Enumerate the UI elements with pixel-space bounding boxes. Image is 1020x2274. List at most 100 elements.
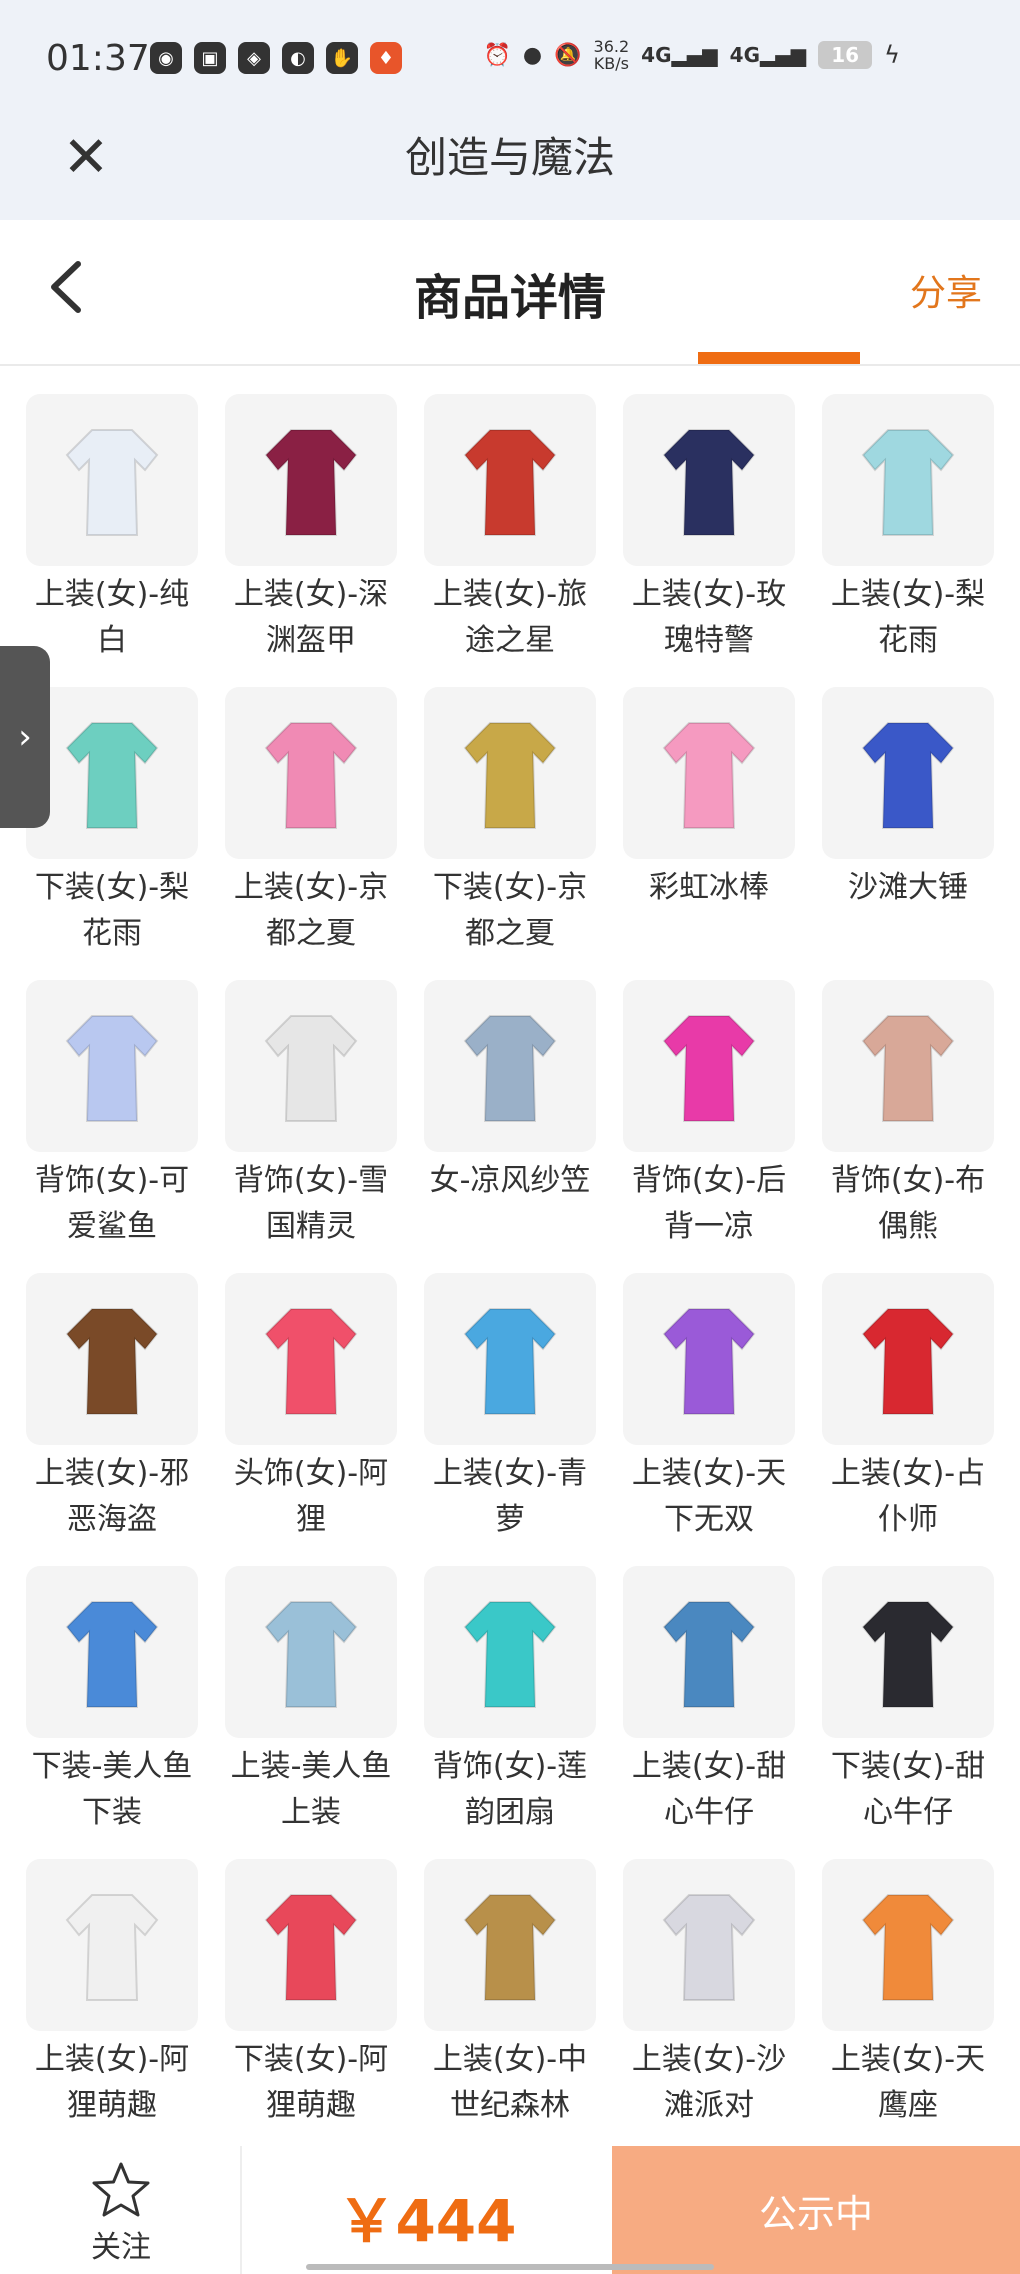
item-card[interactable]: 上装(女)-深渊盔甲: [225, 394, 397, 687]
item-label: 下装(女)-京都之夏: [432, 870, 588, 951]
item-thumbnail: [822, 394, 994, 566]
item-thumbnail: [225, 394, 397, 566]
item-label: 背饰(女)-莲韵团扇: [432, 1749, 588, 1830]
alipay-icon: ◈: [238, 42, 270, 74]
beach-hammer-icon: [861, 722, 955, 829]
item-card[interactable]: 上装(女)-占仆师: [822, 1273, 994, 1566]
shark-icon: [65, 1015, 159, 1122]
beach-top-icon: [662, 1894, 756, 2001]
item-thumbnail: [822, 1273, 994, 1445]
signal-2: 4G▂▄▆: [729, 43, 807, 67]
item-card[interactable]: 下装(女)-阿狸萌趣: [225, 1859, 397, 2152]
side-drawer-handle[interactable]: ›: [0, 646, 50, 828]
white-wings-icon: [264, 1015, 358, 1122]
home-indicator[interactable]: [306, 2264, 714, 2270]
pirate-vest-icon: [65, 1308, 159, 1415]
item-card[interactable]: 背饰(女)-雪国精灵: [225, 980, 397, 1273]
item-card[interactable]: 女-凉风纱笠: [424, 980, 596, 1273]
white-dress-icon: [65, 429, 159, 536]
item-card[interactable]: 下装(女)-甜心牛仔: [822, 1566, 994, 1859]
item-thumbnail: [623, 687, 795, 859]
item-card[interactable]: 上装(女)-沙滩派对: [623, 1859, 795, 2152]
item-label: 头饰(女)-阿狸: [233, 1456, 389, 1537]
item-card[interactable]: 背饰(女)-布偶熊: [822, 980, 994, 1273]
item-thumbnail: [822, 1859, 994, 2031]
item-thumbnail: [26, 980, 198, 1152]
item-thumbnail: [623, 1273, 795, 1445]
shop-icon: ♦: [370, 42, 402, 74]
item-card[interactable]: 上装(女)-纯白: [26, 394, 198, 687]
battery-indicator: 16: [818, 41, 873, 69]
item-card[interactable]: 头饰(女)-阿狸: [225, 1273, 397, 1566]
item-card[interactable]: 上装(女)-天下无双: [623, 1273, 795, 1566]
item-label: 上装(女)-天下无双: [631, 1456, 787, 1537]
item-card[interactable]: 上装(女)-京都之夏: [225, 687, 397, 980]
item-thumbnail: [26, 687, 198, 859]
item-card[interactable]: 上装(女)-阿狸萌趣: [26, 1859, 198, 2152]
item-card[interactable]: 上装(女)-邪恶海盗: [26, 1273, 198, 1566]
item-card[interactable]: 上装(女)-天鹰座: [822, 1859, 994, 2152]
item-card[interactable]: 彩虹冰棒: [623, 687, 795, 980]
item-card[interactable]: 上装(女)-梨花雨: [822, 394, 994, 687]
item-label: 上装-美人鱼上装: [230, 1749, 392, 1830]
orange-jacket-icon: [861, 1894, 955, 2001]
page-title: 商品详情: [413, 270, 606, 326]
item-label: 上装(女)-中世纪森林: [432, 2042, 588, 2123]
item-label: 下装(女)-甜心牛仔: [830, 1749, 986, 1830]
item-card[interactable]: 沙滩大锤: [822, 687, 994, 980]
follow-button[interactable]: 关注: [0, 2146, 242, 2274]
item-card[interactable]: 上装(女)-旅途之星: [424, 394, 596, 687]
app-bar: ✕ 创造与魔法: [0, 120, 1020, 220]
item-thumbnail: [424, 1859, 596, 2031]
item-thumbnail: [424, 394, 596, 566]
item-label: 上装(女)-阿狸萌趣: [34, 2042, 190, 2123]
item-label: 背饰(女)-布偶熊: [830, 1163, 986, 1244]
red-gown-icon: [861, 1308, 955, 1415]
item-label: 上装(女)-占仆师: [830, 1456, 986, 1537]
charging-icon: ϟ: [884, 41, 900, 69]
item-grid: 上装(女)-纯白 上装(女)-深渊盔甲 上装(女)-旅途之星 上装(女)-玫瑰特警 上装…: [26, 394, 996, 2152]
item-thumbnail: [26, 1566, 198, 1738]
white-hoodie-icon: [65, 1894, 159, 2001]
item-label: 彩虹冰棒: [649, 870, 769, 905]
item-label: 上装(女)-甜心牛仔: [631, 1749, 787, 1830]
item-card[interactable]: 上装(女)-甜心牛仔: [623, 1566, 795, 1859]
item-card[interactable]: 下装(女)-京都之夏: [424, 687, 596, 980]
item-label: 女-凉风纱笠: [429, 1163, 591, 1198]
item-label: 背饰(女)-可爱鲨鱼: [34, 1163, 190, 1244]
item-label: 上装(女)-玫瑰特警: [631, 577, 787, 658]
item-label: 上装(女)-邪恶海盗: [34, 1456, 190, 1537]
item-thumbnail: [623, 1566, 795, 1738]
mermaid-pants-icon: [65, 1601, 159, 1708]
public-notice-button[interactable]: 公示中: [612, 2146, 1020, 2274]
signal-1: 4G▂▄▆: [641, 43, 718, 67]
mute-icon: 🔕: [554, 42, 582, 68]
abyss-armor-icon: [264, 429, 358, 536]
item-label: 上装(女)-天鹰座: [830, 2042, 986, 2123]
item-thumbnail: [822, 687, 994, 859]
mic-icon: ●: [522, 42, 543, 68]
item-thumbnail: [26, 394, 198, 566]
item-card[interactable]: 上装(女)-青萝: [424, 1273, 596, 1566]
item-label: 下装(女)-阿狸萌趣: [233, 2042, 389, 2123]
item-thumbnail: [623, 980, 795, 1152]
item-card[interactable]: 下装(女)-梨花雨: [26, 687, 198, 980]
item-card[interactable]: 上装-美人鱼上装: [225, 1566, 397, 1859]
item-card[interactable]: 下装-美人鱼下装: [26, 1566, 198, 1859]
item-thumbnail: [424, 980, 596, 1152]
sandals-icon: [463, 722, 557, 829]
item-thumbnail: [623, 394, 795, 566]
item-card[interactable]: 背饰(女)-莲韵团扇: [424, 1566, 596, 1859]
item-card[interactable]: 背饰(女)-可爱鲨鱼: [26, 980, 198, 1273]
item-card[interactable]: 上装(女)-中世纪森林: [424, 1859, 596, 2152]
share-button[interactable]: 分享: [910, 264, 982, 316]
status-time: 01:37: [46, 38, 150, 79]
item-thumbnail: [225, 687, 397, 859]
price: ￥444: [337, 2187, 517, 2255]
item-card[interactable]: 背饰(女)-后背一凉: [623, 980, 795, 1273]
item-card[interactable]: 上装(女)-玫瑰特警: [623, 394, 795, 687]
white-boots-icon: [264, 1894, 358, 2001]
denim-dress-icon: [662, 1601, 756, 1708]
wechat-icon: ◉: [150, 42, 182, 74]
item-label: 背饰(女)-雪国精灵: [233, 1163, 389, 1244]
